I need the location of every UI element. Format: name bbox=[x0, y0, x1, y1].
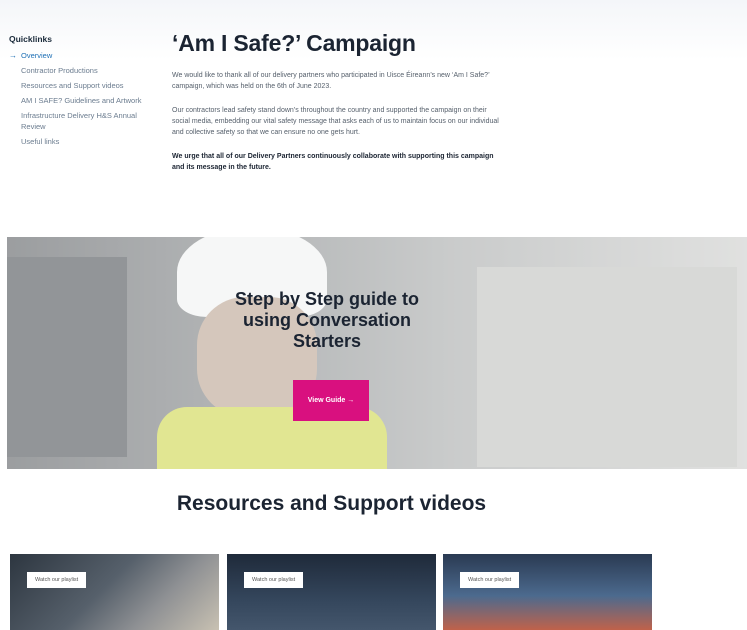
playlist-card-image bbox=[227, 554, 436, 630]
playlist-card-image bbox=[10, 554, 219, 630]
playlist-card-image bbox=[443, 554, 652, 630]
conversation-starters-banner: Step by Step guide to using Conversation… bbox=[7, 237, 747, 469]
quicklinks-nav: Quicklinks → Overview Contractor Product… bbox=[9, 34, 159, 151]
quicklink-guidelines-artwork[interactable]: AM I SAFE? Guidelines and Artwork bbox=[9, 95, 159, 106]
view-guide-button[interactable]: View Guide → bbox=[293, 380, 369, 421]
quicklink-useful-links[interactable]: Useful links bbox=[9, 136, 159, 147]
quicklink-annual-review[interactable]: Infrastructure Delivery H&S Annual Revie… bbox=[9, 110, 159, 132]
watch-playlist-button[interactable]: Watch our playlist bbox=[244, 572, 304, 588]
playlist-card-2[interactable]: Watch our playlist bbox=[227, 554, 436, 630]
watch-playlist-button[interactable]: Watch our playlist bbox=[460, 572, 520, 588]
banner-heading: Step by Step guide to using Conversation… bbox=[234, 289, 419, 351]
urge-paragraph: We urge that all of our Delivery Partner… bbox=[172, 153, 494, 171]
watch-playlist-button[interactable]: Watch our playlist bbox=[27, 572, 87, 588]
page-title: ‘Am I Safe?’ Campaign bbox=[172, 30, 416, 56]
quicklink-resources-support-videos[interactable]: Resources and Support videos bbox=[9, 80, 159, 91]
banner-overlay bbox=[7, 237, 747, 469]
quicklink-label: Overview bbox=[21, 51, 53, 60]
top-section: Quicklinks → Overview Contractor Product… bbox=[0, 0, 747, 236]
playlist-card-3[interactable]: Watch our playlist bbox=[443, 554, 652, 630]
quicklink-overview[interactable]: → Overview bbox=[9, 50, 159, 61]
resources-title: Resources and Support videos bbox=[176, 492, 487, 515]
playlist-card-1[interactable]: Watch our playlist bbox=[10, 554, 219, 630]
quicklink-contractor-productions[interactable]: Contractor Productions bbox=[9, 65, 159, 76]
arrow-right-icon: → bbox=[9, 51, 17, 60]
quicklinks-title: Quicklinks bbox=[9, 34, 52, 44]
intro-paragraph: We would like to thank all of our delive… bbox=[172, 72, 490, 90]
main-content: ‘Am I Safe?’ Campaign We would like to t… bbox=[172, 30, 502, 186]
contractors-paragraph: Our contractors lead safety stand down’s… bbox=[172, 107, 499, 136]
